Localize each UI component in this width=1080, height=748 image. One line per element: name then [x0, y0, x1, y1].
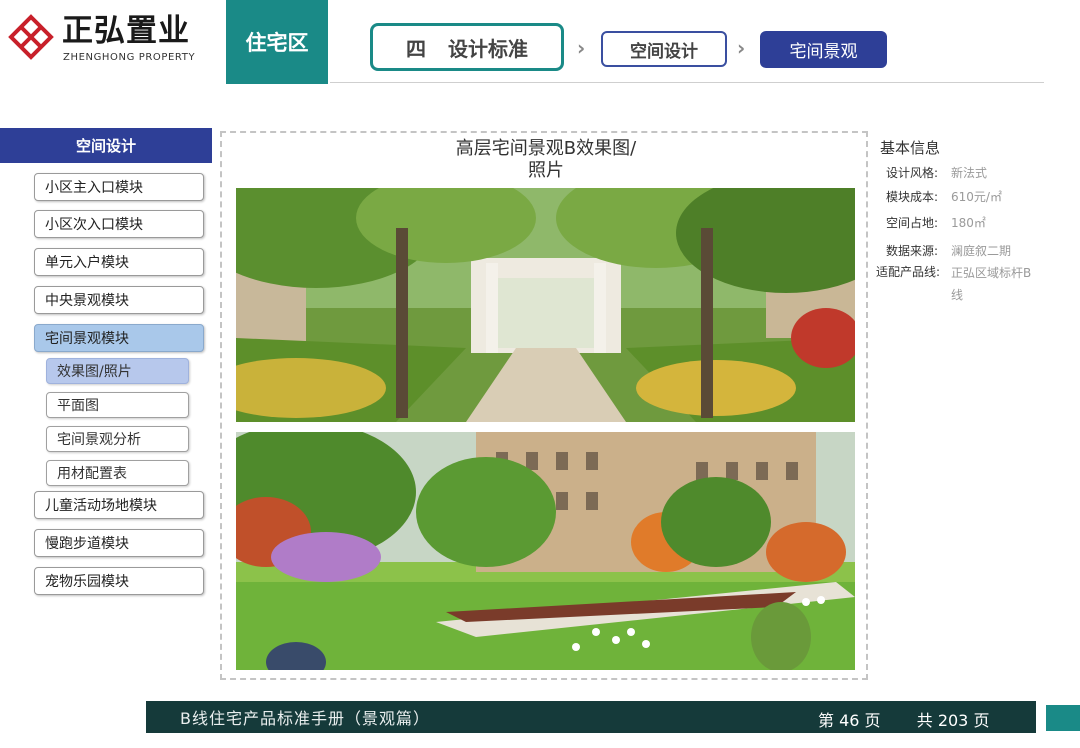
logo-subtitle: ZHENGHONG PROPERTY [63, 52, 196, 63]
info-value-style: 新法式 [951, 166, 988, 180]
sidebar-item-secondary-entrance[interactable]: 小区次入口模块 [34, 210, 204, 238]
footer-page-total: 共 203 页 [916, 711, 990, 730]
rendering-image-1 [236, 188, 855, 422]
info-value-area: 180㎡ [951, 216, 986, 230]
content-title-line2: 照片 [528, 160, 564, 181]
breadcrumb-section-number: 四 [406, 36, 426, 61]
info-value-product-line-cont: 线 [951, 288, 964, 302]
info-heading: 基本信息 [880, 139, 941, 157]
sidebar-item-pet-park[interactable]: 宠物乐园模块 [34, 567, 204, 595]
info-value-cost: 610元/㎡ [951, 190, 1002, 204]
logo-icon [8, 14, 54, 60]
info-label-area: 空间占地: [885, 216, 938, 230]
sidebar-item-unit-entry[interactable]: 单元入户模块 [34, 248, 204, 276]
sidebar-title: 空间设计 [0, 128, 212, 163]
sidebar-item-main-entrance[interactable]: 小区主入口模块 [34, 173, 204, 201]
footer-accent [1046, 705, 1080, 731]
chevron-right-icon: › [577, 36, 586, 60]
sidebar-item-courtyard-landscape[interactable]: 宅间景观模块 [34, 324, 204, 352]
info-value-product-line: 正弘区域标杆B [951, 266, 1032, 280]
rendering-image-2 [236, 432, 855, 670]
info-label-style: 设计风格: [885, 166, 938, 180]
content-title-line1: 高层宅间景观B效果图/ [455, 138, 637, 159]
info-label-cost: 模块成本: [885, 190, 938, 204]
content-title: 高层宅间景观B效果图/ 照片 [236, 138, 856, 182]
breadcrumb-space-design[interactable]: 空间设计 [601, 31, 727, 67]
sidebar-sub-plan[interactable]: 平面图 [46, 392, 189, 418]
sidebar-item-jogging-path[interactable]: 慢跑步道模块 [34, 529, 204, 557]
sidebar-sub-analysis[interactable]: 宅间景观分析 [46, 426, 189, 452]
sidebar-item-kids-area[interactable]: 儿童活动场地模块 [34, 491, 204, 519]
info-label-product-line: 适配产品线: [875, 265, 940, 279]
footer-title: B线住宅产品标准手册（景观篇） [180, 709, 430, 728]
sidebar-item-central-landscape[interactable]: 中央景观模块 [34, 286, 204, 314]
breadcrumb-current[interactable]: 宅间景观 [760, 31, 887, 68]
info-value-source: 澜庭叙二期 [951, 244, 1012, 258]
footer-page-info: 第 46 页 共 203 页 [818, 707, 989, 731]
header-divider [330, 82, 1044, 83]
breadcrumb-section-label: 设计标准 [448, 36, 528, 61]
sidebar-sub-renderings[interactable]: 效果图/照片 [46, 358, 189, 384]
logo-text: 正弘置业 [62, 13, 190, 49]
sidebar-sub-materials[interactable]: 用材配置表 [46, 460, 189, 486]
breadcrumb-section[interactable]: 四 设计标准 [370, 23, 564, 71]
footer-page-current: 第 46 页 [818, 711, 881, 730]
zone-label: 住宅区 [226, 0, 328, 84]
info-label-source: 数据来源: [885, 244, 938, 258]
chevron-right-icon: › [737, 36, 746, 60]
